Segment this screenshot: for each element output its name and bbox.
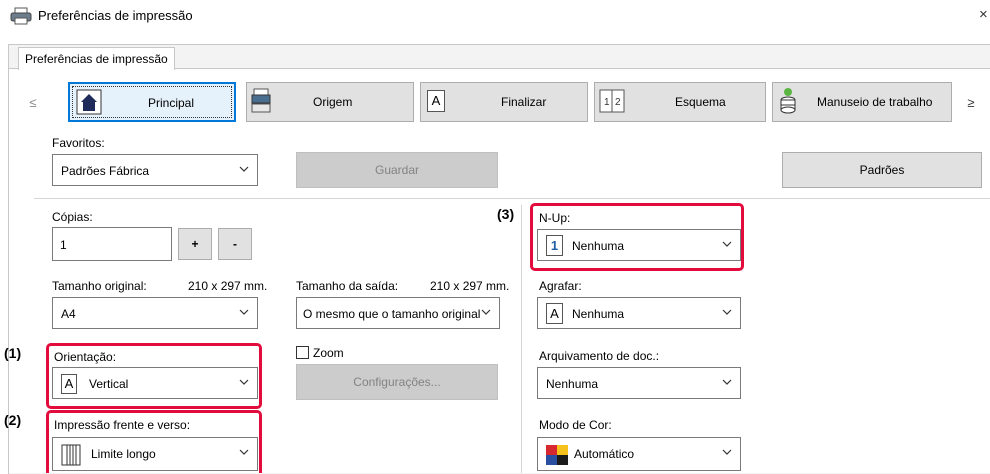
defaults-button[interactable]: Padrões [782,152,982,188]
output-size-dims: 210 x 297 mm. [430,279,510,293]
staple-value: Nenhuma [572,307,625,321]
nav-manuseio[interactable]: Manuseio de trabalho [772,82,952,122]
color-mode-value: Automático [574,447,635,461]
original-size-dims: 210 x 297 mm. [188,279,268,293]
nav-principal-label: Principal [148,96,195,110]
nav-finalizar-label: Finalizar [501,95,547,109]
staple-label: Agrafar: [539,279,582,293]
doc-filing-select[interactable]: Nenhuma [537,367,741,399]
home-icon [76,89,102,115]
nav-prev-button[interactable]: ≤ [20,86,46,120]
color-mode-select[interactable]: Automático [537,437,741,471]
nav-origem[interactable]: Origem [246,82,414,122]
orientation-label: Orientação: [54,350,117,364]
favorites-select[interactable]: Padrões Fábrica [52,154,258,186]
callout-1: (1) [4,345,22,361]
duplex-label: Impressão frente e verso: [54,418,191,432]
callout-2: (2) [4,412,22,428]
section-divider [34,198,990,199]
window-title: Preferências de impressão [38,8,193,23]
nav-esquema-label: Esquema [675,95,726,109]
nup-label: N-Up: [539,211,571,225]
output-size-label: Tamanho da saída: [296,279,399,293]
svg-text:2: 2 [615,97,621,108]
chevron-down-icon [239,166,249,172]
nav-principal[interactable]: Principal [68,82,236,122]
original-size-select[interactable]: A4 [52,297,258,329]
zoom-checkbox[interactable] [296,346,309,359]
chevron-down-icon [722,379,732,385]
chevron-down-icon [239,379,249,385]
original-size-value: A4 [61,307,76,321]
color-mode-label: Modo de Cor: [539,418,612,432]
nup-page-icon: 1 [546,235,563,256]
orientation-value: Vertical [89,377,129,391]
chevron-down-icon [722,309,732,315]
chevron-down-icon [239,449,249,455]
finish-letter-icon: A [427,90,445,112]
doc-filing-label: Arquivamento de doc.: [539,349,660,363]
nup-value: Nenhuma [572,239,625,253]
original-size-label: Tamanho original: [52,279,147,293]
copies-increment-button[interactable]: + [178,228,212,260]
nav-finalizar[interactable]: A Finalizar [420,82,588,122]
output-size-select[interactable]: O mesmo que o tamanho original [296,297,500,329]
output-size-value: O mesmo que o tamanho original [303,307,481,321]
callout-3: (3) [497,206,515,222]
color-mode-icon [546,445,568,465]
chevron-down-icon [239,309,249,315]
save-button[interactable]: Guardar [296,152,498,188]
nav-next-button[interactable]: ≥ [958,86,984,120]
staple-select[interactable]: A Nenhuma [537,297,741,329]
column-divider [521,205,522,473]
nup-select[interactable]: 1 Nenhuma [537,229,741,261]
copies-label: Cópias: [52,210,93,224]
staple-letter-icon: A [546,303,563,324]
paper-tray-icon [251,88,271,113]
copies-decrement-button[interactable]: - [218,228,252,260]
copies-input[interactable]: 1 [52,227,172,261]
job-stack-icon [780,88,796,114]
portrait-icon: A [61,374,77,394]
svg-text:1: 1 [604,97,610,108]
doc-filing-value: Nenhuma [546,377,599,391]
printer-icon [10,7,32,25]
nav-esquema[interactable]: 1 2 Esquema [594,82,766,122]
nav-origem-label: Origem [313,95,353,109]
favorites-label: Favoritos: [52,136,105,150]
category-nav: ≤ Principal Origem A Finalizar 1 2 Esque… [18,80,990,126]
duplex-select[interactable]: Limite longo [52,437,258,471]
chevron-down-icon [722,449,732,455]
copies-value: 1 [60,238,67,252]
tab-preferences[interactable]: Preferências de impressão [18,47,175,70]
chevron-down-icon [722,241,732,247]
duplex-long-edge-icon [61,444,81,466]
zoom-settings-button[interactable]: Configurações... [296,364,498,400]
duplex-value: Limite longo [91,447,156,461]
layout-icon: 1 2 [599,89,625,113]
nav-manuseio-label: Manuseio de trabalho [817,95,933,109]
chevron-down-icon [481,309,491,315]
zoom-label: Zoom [313,346,344,360]
favorites-value: Padrões Fábrica [61,164,150,178]
close-button[interactable]: × [979,6,988,23]
orientation-select[interactable]: A Vertical [52,367,258,399]
